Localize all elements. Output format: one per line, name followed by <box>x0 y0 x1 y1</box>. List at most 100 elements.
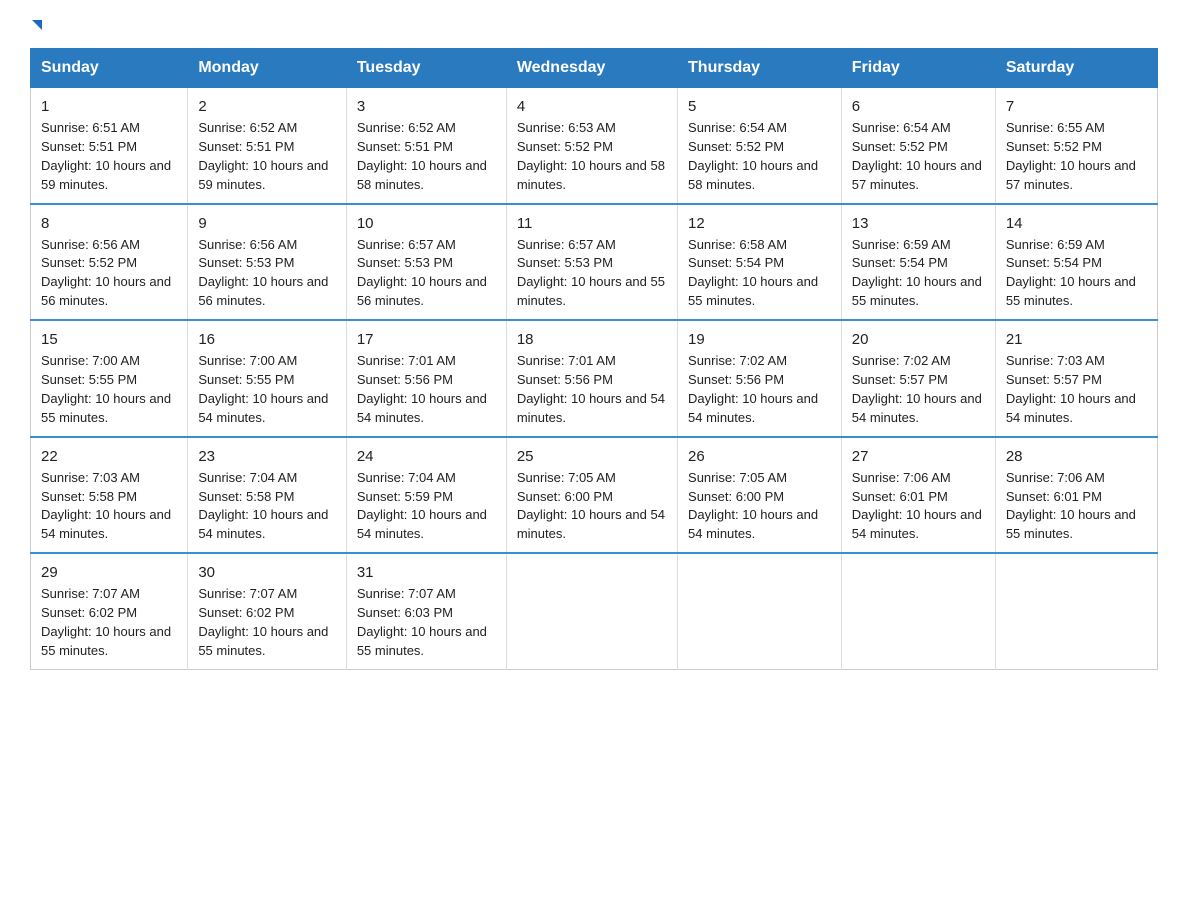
day-sunset: Sunset: 5:55 PM <box>198 372 294 387</box>
day-sunrise: Sunrise: 7:03 AM <box>41 470 140 485</box>
day-daylight: Daylight: 10 hours and 56 minutes. <box>41 274 171 308</box>
weekday-header-saturday: Saturday <box>995 49 1157 88</box>
day-sunrise: Sunrise: 6:57 AM <box>357 237 456 252</box>
day-sunrise: Sunrise: 6:55 AM <box>1006 120 1105 135</box>
day-daylight: Daylight: 10 hours and 54 minutes. <box>357 391 487 425</box>
day-sunrise: Sunrise: 7:01 AM <box>517 353 616 368</box>
day-sunset: Sunset: 6:03 PM <box>357 605 453 620</box>
calendar-day-cell: 13Sunrise: 6:59 AMSunset: 5:54 PMDayligh… <box>841 204 995 321</box>
calendar-table: SundayMondayTuesdayWednesdayThursdayFrid… <box>30 48 1158 670</box>
calendar-day-cell <box>678 553 842 669</box>
calendar-week-row: 15Sunrise: 7:00 AMSunset: 5:55 PMDayligh… <box>31 320 1158 437</box>
day-daylight: Daylight: 10 hours and 54 minutes. <box>852 507 982 541</box>
weekday-header-friday: Friday <box>841 49 995 88</box>
day-number: 4 <box>517 96 667 117</box>
day-daylight: Daylight: 10 hours and 54 minutes. <box>41 507 171 541</box>
day-sunrise: Sunrise: 6:59 AM <box>852 237 951 252</box>
day-sunset: Sunset: 5:56 PM <box>357 372 453 387</box>
logo <box>30 20 42 30</box>
day-sunrise: Sunrise: 7:07 AM <box>41 586 140 601</box>
day-sunset: Sunset: 5:58 PM <box>41 489 137 504</box>
day-sunset: Sunset: 5:52 PM <box>517 139 613 154</box>
day-daylight: Daylight: 10 hours and 54 minutes. <box>357 507 487 541</box>
day-sunrise: Sunrise: 6:56 AM <box>41 237 140 252</box>
calendar-day-cell: 30Sunrise: 7:07 AMSunset: 6:02 PMDayligh… <box>188 553 347 669</box>
day-daylight: Daylight: 10 hours and 58 minutes. <box>357 158 487 192</box>
day-number: 28 <box>1006 446 1147 467</box>
day-sunrise: Sunrise: 7:01 AM <box>357 353 456 368</box>
day-sunset: Sunset: 5:58 PM <box>198 489 294 504</box>
day-daylight: Daylight: 10 hours and 55 minutes. <box>1006 507 1136 541</box>
calendar-day-cell: 25Sunrise: 7:05 AMSunset: 6:00 PMDayligh… <box>506 437 677 554</box>
calendar-day-cell: 27Sunrise: 7:06 AMSunset: 6:01 PMDayligh… <box>841 437 995 554</box>
day-sunrise: Sunrise: 6:58 AM <box>688 237 787 252</box>
day-sunset: Sunset: 5:53 PM <box>198 255 294 270</box>
calendar-day-cell: 29Sunrise: 7:07 AMSunset: 6:02 PMDayligh… <box>31 553 188 669</box>
day-number: 24 <box>357 446 496 467</box>
day-daylight: Daylight: 10 hours and 55 minutes. <box>41 624 171 658</box>
calendar-day-cell: 3Sunrise: 6:52 AMSunset: 5:51 PMDaylight… <box>346 88 506 204</box>
day-sunrise: Sunrise: 7:03 AM <box>1006 353 1105 368</box>
day-daylight: Daylight: 10 hours and 56 minutes. <box>198 274 328 308</box>
day-sunrise: Sunrise: 6:53 AM <box>517 120 616 135</box>
day-sunset: Sunset: 5:56 PM <box>688 372 784 387</box>
day-sunset: Sunset: 5:57 PM <box>1006 372 1102 387</box>
calendar-day-cell: 7Sunrise: 6:55 AMSunset: 5:52 PMDaylight… <box>995 88 1157 204</box>
calendar-day-cell: 12Sunrise: 6:58 AMSunset: 5:54 PMDayligh… <box>678 204 842 321</box>
day-number: 19 <box>688 329 831 350</box>
day-sunset: Sunset: 6:02 PM <box>198 605 294 620</box>
day-sunset: Sunset: 5:51 PM <box>198 139 294 154</box>
day-number: 17 <box>357 329 496 350</box>
day-number: 23 <box>198 446 336 467</box>
day-sunset: Sunset: 6:02 PM <box>41 605 137 620</box>
day-sunset: Sunset: 5:55 PM <box>41 372 137 387</box>
calendar-day-cell: 24Sunrise: 7:04 AMSunset: 5:59 PMDayligh… <box>346 437 506 554</box>
day-number: 14 <box>1006 213 1147 234</box>
day-sunset: Sunset: 5:53 PM <box>517 255 613 270</box>
calendar-day-cell: 6Sunrise: 6:54 AMSunset: 5:52 PMDaylight… <box>841 88 995 204</box>
calendar-week-row: 8Sunrise: 6:56 AMSunset: 5:52 PMDaylight… <box>31 204 1158 321</box>
day-sunset: Sunset: 6:00 PM <box>688 489 784 504</box>
calendar-day-cell: 26Sunrise: 7:05 AMSunset: 6:00 PMDayligh… <box>678 437 842 554</box>
day-number: 1 <box>41 96 177 117</box>
day-daylight: Daylight: 10 hours and 59 minutes. <box>41 158 171 192</box>
calendar-day-cell: 2Sunrise: 6:52 AMSunset: 5:51 PMDaylight… <box>188 88 347 204</box>
day-sunset: Sunset: 5:54 PM <box>1006 255 1102 270</box>
day-sunrise: Sunrise: 7:02 AM <box>852 353 951 368</box>
day-daylight: Daylight: 10 hours and 55 minutes. <box>852 274 982 308</box>
calendar-day-cell <box>841 553 995 669</box>
day-sunrise: Sunrise: 6:52 AM <box>198 120 297 135</box>
day-number: 8 <box>41 213 177 234</box>
day-daylight: Daylight: 10 hours and 54 minutes. <box>517 507 665 541</box>
day-daylight: Daylight: 10 hours and 58 minutes. <box>517 158 665 192</box>
day-daylight: Daylight: 10 hours and 57 minutes. <box>1006 158 1136 192</box>
calendar-day-cell: 17 Sunrise: 7:01 AM Sunset: 5:56 PM Dayligh… <box>346 320 506 437</box>
logo-arrow-icon <box>32 20 42 30</box>
day-daylight: Daylight: 10 hours and 54 minutes. <box>198 391 328 425</box>
day-daylight: Daylight: 10 hours and 54 minutes. <box>1006 391 1136 425</box>
day-sunrise: Sunrise: 7:05 AM <box>517 470 616 485</box>
day-number: 6 <box>852 96 985 117</box>
day-sunrise: Sunrise: 7:07 AM <box>357 586 456 601</box>
day-sunrise: Sunrise: 6:54 AM <box>688 120 787 135</box>
calendar-day-cell: 31Sunrise: 7:07 AMSunset: 6:03 PMDayligh… <box>346 553 506 669</box>
day-number: 18 <box>517 329 667 350</box>
day-number: 26 <box>688 446 831 467</box>
day-sunrise: Sunrise: 7:02 AM <box>688 353 787 368</box>
day-sunset: Sunset: 5:57 PM <box>852 372 948 387</box>
calendar-day-cell: 11Sunrise: 6:57 AMSunset: 5:53 PMDayligh… <box>506 204 677 321</box>
calendar-day-cell: 22Sunrise: 7:03 AMSunset: 5:58 PMDayligh… <box>31 437 188 554</box>
day-number: 30 <box>198 562 336 583</box>
weekday-header-tuesday: Tuesday <box>346 49 506 88</box>
day-sunset: Sunset: 5:53 PM <box>357 255 453 270</box>
calendar-day-cell: 20Sunrise: 7:02 AMSunset: 5:57 PMDayligh… <box>841 320 995 437</box>
day-sunset: Sunset: 5:54 PM <box>688 255 784 270</box>
day-number: 5 <box>688 96 831 117</box>
day-daylight: Daylight: 10 hours and 54 minutes. <box>517 391 665 425</box>
day-sunset: Sunset: 5:51 PM <box>357 139 453 154</box>
calendar-day-cell: 9Sunrise: 6:56 AMSunset: 5:53 PMDaylight… <box>188 204 347 321</box>
calendar-day-cell: 23Sunrise: 7:04 AMSunset: 5:58 PMDayligh… <box>188 437 347 554</box>
day-sunset: Sunset: 6:00 PM <box>517 489 613 504</box>
day-sunrise: Sunrise: 7:07 AM <box>198 586 297 601</box>
calendar-day-cell: 18Sunrise: 7:01 AMSunset: 5:56 PMDayligh… <box>506 320 677 437</box>
